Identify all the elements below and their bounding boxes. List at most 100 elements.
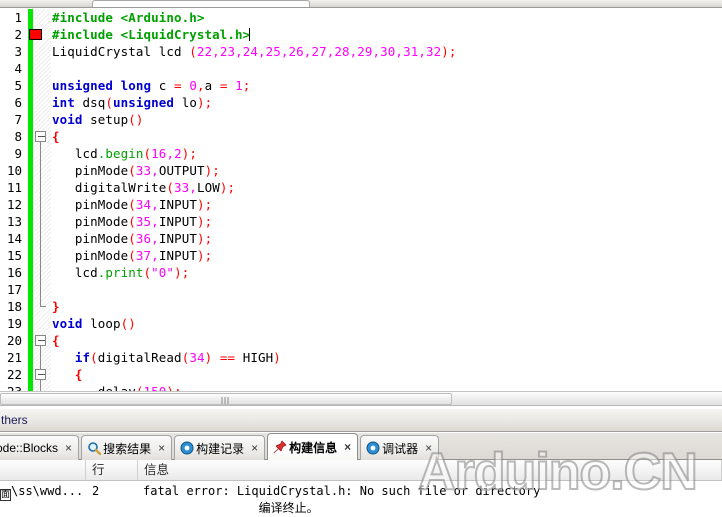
line-number: 20 xyxy=(6,333,22,348)
panel-tab-2[interactable]: 搜索结果 × xyxy=(81,435,173,460)
code-line[interactable]: 3 LiquidCrystal lcd (22,23,24,25,26,27,28… xyxy=(0,43,722,60)
line-number: 11 xyxy=(6,180,22,195)
code-line[interactable]: 19 void loop() xyxy=(0,315,722,332)
code-line[interactable]: 23 delay(150); xyxy=(0,383,722,391)
code-line[interactable]: 15 pinMode(37,INPUT); xyxy=(0,247,722,264)
code-text: int dsq(unsigned lo); xyxy=(52,95,213,110)
line-number: 22 xyxy=(6,367,22,382)
code-text: if(digitalRead(34) == HIGH) xyxy=(74,350,281,365)
line-number: 3 xyxy=(14,44,22,59)
code-text: { xyxy=(52,333,60,348)
code-line[interactable]: 6 int dsq(unsigned lo); xyxy=(0,94,722,111)
line-number: 1 xyxy=(14,10,22,25)
close-icon[interactable]: × xyxy=(249,441,260,455)
line-number: 16 xyxy=(6,265,22,280)
code-line[interactable]: 9 lcd.begin(16,2); xyxy=(0,145,722,162)
close-icon[interactable]: × xyxy=(63,441,74,455)
codeblocks-window: 1 #include <Arduino.h> 2 #include <LiquidCr… xyxy=(0,0,722,517)
editor-tab-stub[interactable] xyxy=(92,0,310,7)
line-number: 23 xyxy=(0,383,22,391)
panel-tab-label: 构建信息 xyxy=(289,440,338,455)
status-bar: thers xyxy=(0,408,722,432)
code-line[interactable]: 11 digitalWrite(33,LOW); xyxy=(0,179,722,196)
code-line[interactable]: 5 unsigned long c = 0,a = 1; xyxy=(0,77,722,94)
panel-tab-label: 调试器 xyxy=(382,441,419,456)
code-line[interactable]: 21 if(digitalRead(34) == HIGH) xyxy=(0,349,722,366)
editor-horizontal-scrollbar[interactable] xyxy=(0,391,722,406)
line-number: 14 xyxy=(6,231,22,246)
code-line[interactable]: 2 #include <LiquidCrystal.h> xyxy=(0,26,722,43)
panel-tab-1[interactable]: ode::Blocks × xyxy=(0,435,80,460)
fold-connector xyxy=(40,380,41,391)
editor-tabbar xyxy=(0,0,722,8)
message-text-cell: 编译终止。 xyxy=(143,501,319,515)
message-row[interactable]: 面\ss\wwd... 2 fatal error: LiquidCrystal.h… xyxy=(0,483,722,501)
code-line[interactable]: 8{ xyxy=(0,128,722,145)
message-line-cell: 2 xyxy=(92,484,100,498)
gear-blue-icon xyxy=(366,441,380,455)
code-line[interactable]: 13 pinMode(35,INPUT); xyxy=(0,213,722,230)
code-text: lcd.begin(16,2); xyxy=(52,146,197,161)
line-number: 2 xyxy=(14,27,22,42)
code-text: delay(150); xyxy=(52,383,182,391)
close-icon[interactable]: × xyxy=(423,441,434,455)
messages-column-header[interactable]: 信息 xyxy=(138,460,722,480)
message-file-cell: 面\ss\wwd... xyxy=(0,484,84,501)
panel-tab-3[interactable]: 构建记录 × xyxy=(174,435,266,460)
code-line[interactable]: 22 { xyxy=(0,366,722,383)
fold-connector xyxy=(40,142,41,306)
fold-toggle-icon[interactable] xyxy=(35,131,46,142)
panel-tab-4[interactable]: 构建信息 × xyxy=(267,433,359,460)
line-number: 8 xyxy=(14,129,22,144)
code-line[interactable]: 12 pinMode(34,INPUT); xyxy=(0,196,722,213)
code-line[interactable]: 16 lcd.print("0"); xyxy=(0,264,722,281)
line-number: 7 xyxy=(14,112,22,127)
fold-toggle-icon[interactable] xyxy=(35,369,46,380)
line-number: 9 xyxy=(14,146,22,161)
line-number: 6 xyxy=(14,95,22,110)
code-line[interactable]: 18} xyxy=(0,298,722,315)
scrollbar-thumb[interactable] xyxy=(0,393,452,405)
status-bar-text: thers xyxy=(1,413,28,427)
close-icon[interactable]: × xyxy=(156,441,167,455)
panel-tab-label: 构建记录 xyxy=(196,441,245,456)
fold-toggle-icon[interactable] xyxy=(35,335,46,346)
line-number: 15 xyxy=(6,248,22,263)
panel-tab-5[interactable]: 调试器 × xyxy=(360,435,440,460)
code-text: } xyxy=(52,299,60,314)
code-line[interactable]: 14 pinMode(36,INPUT); xyxy=(0,230,722,247)
code-line[interactable]: 17 xyxy=(0,281,722,298)
code-text: lcd.print("0"); xyxy=(52,265,190,280)
code-editor[interactable]: 1 #include <Arduino.h> 2 #include <LiquidCr… xyxy=(0,9,722,391)
code-line[interactable]: 7 void setup() xyxy=(0,111,722,128)
magnifier-icon xyxy=(87,441,102,456)
panel-tab-label: ode::Blocks xyxy=(0,441,59,455)
line-number: 17 xyxy=(6,282,22,297)
code-line[interactable]: 1 #include <Arduino.h> xyxy=(0,9,722,26)
breakpoint-icon[interactable] xyxy=(29,29,42,40)
code-text: { xyxy=(52,367,83,382)
code-text: void setup() xyxy=(52,112,144,127)
code-text: LiquidCrystal lcd (22,23,24,25,26,27,28,… xyxy=(52,44,457,59)
messages-column-header[interactable]: 行 xyxy=(86,460,138,480)
messages-column-header[interactable] xyxy=(0,460,86,480)
code-text: pinMode(36,INPUT); xyxy=(52,231,213,246)
code-text: void loop() xyxy=(52,316,136,331)
code-line[interactable]: 4 xyxy=(0,60,722,77)
gear-blue-icon xyxy=(180,441,194,455)
code-text: pinMode(33,OUTPUT); xyxy=(52,163,220,178)
code-line[interactable]: 20 { xyxy=(0,332,722,349)
code-text: unsigned long c = 0,a = 1; xyxy=(52,78,251,93)
close-icon[interactable]: × xyxy=(342,440,353,454)
pushpin-red-icon xyxy=(273,440,287,454)
line-number: 21 xyxy=(6,350,22,365)
text-caret xyxy=(249,28,251,41)
line-number: 19 xyxy=(6,316,22,331)
message-row[interactable]: 编译终止。 xyxy=(0,500,722,517)
build-messages-panel[interactable]: 行信息 面\ss\wwd... 2 fatal error: LiquidCryst… xyxy=(0,460,722,517)
message-text-cell: fatal error: LiquidCrystal.h: No such fi… xyxy=(143,484,541,498)
code-line[interactable]: 10 pinMode(33,OUTPUT); xyxy=(0,162,722,179)
code-text: { xyxy=(52,129,60,144)
code-text: pinMode(35,INPUT); xyxy=(52,214,213,229)
line-number: 12 xyxy=(6,197,22,212)
